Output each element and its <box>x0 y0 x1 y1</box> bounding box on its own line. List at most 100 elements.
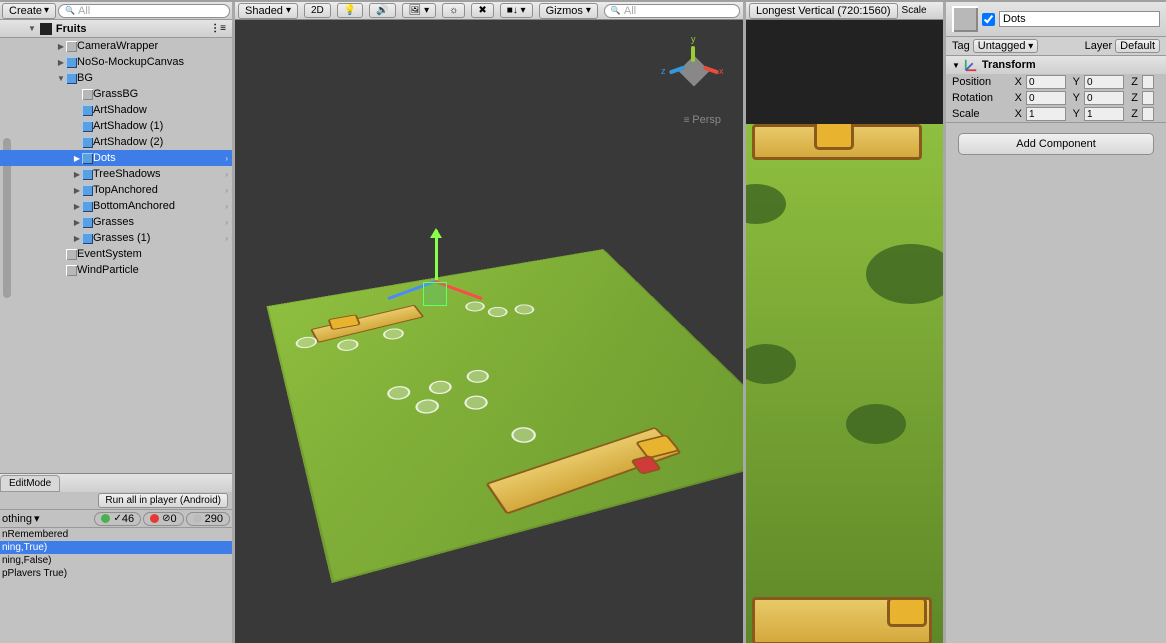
rotation-z[interactable] <box>1142 91 1154 105</box>
shading-mode[interactable]: Shaded ▾ <box>238 3 298 19</box>
dot <box>463 300 488 313</box>
hierarchy-item[interactable]: ▶ TopAnchored› <box>0 182 232 198</box>
hierarchy-item[interactable]: WindParticle <box>0 262 232 278</box>
hierarchy-item-label: Grasses (1) <box>93 232 150 244</box>
transform-header[interactable]: ▼ Transform <box>946 56 1166 74</box>
pass-pill[interactable]: ✓46 <box>94 512 141 526</box>
cube-icon <box>82 201 93 212</box>
fail-pill[interactable]: ⊘0 <box>143 512 184 526</box>
tools-icon[interactable]: ✖ <box>471 3 493 18</box>
position-label: Position <box>952 76 1008 88</box>
hierarchy-item-label: GrassBG <box>93 88 138 100</box>
layer-dropdown[interactable]: Default <box>1115 39 1160 53</box>
scale-label: Scale <box>902 5 927 16</box>
hierarchy-item-label: BottomAnchored <box>93 200 175 212</box>
tag-dropdown[interactable]: Untagged ▾ <box>973 39 1039 53</box>
hierarchy-item[interactable]: ▶ BottomAnchored› <box>0 198 232 214</box>
chest <box>814 124 854 150</box>
scale-label: Scale <box>952 108 1008 120</box>
hierarchy-item[interactable]: ▶ CameraWrapper <box>0 38 232 54</box>
hierarchy-item[interactable]: ▶ TreeShadows› <box>0 166 232 182</box>
add-component-button[interactable]: Add Component <box>958 133 1154 155</box>
hierarchy-item[interactable]: ArtShadow (2) <box>0 134 232 150</box>
active-checkbox[interactable] <box>982 13 995 26</box>
light-icon[interactable]: 💡 <box>337 3 363 18</box>
scale-y[interactable] <box>1084 107 1124 121</box>
game-viewport[interactable] <box>746 20 943 643</box>
hierarchy-item[interactable]: GrassBG <box>0 86 232 102</box>
hierarchy-item-label: ArtShadow (2) <box>93 136 163 148</box>
rotation-x[interactable] <box>1026 91 1066 105</box>
scene-toolbar: Shaded ▾ 2D 💡 🔊 🖼 ▾ ☼ ✖ ■↓ ▾ Gizmos ▾ Al… <box>235 2 743 20</box>
dot <box>385 384 413 402</box>
cube-icon <box>66 265 77 276</box>
hierarchy-item[interactable]: ▶ Grasses (1)› <box>0 230 232 246</box>
dot <box>508 425 540 445</box>
scene-search[interactable]: All <box>604 4 740 18</box>
test-row[interactable]: nRemembered <box>0 528 232 541</box>
tag-label: Tag <box>952 40 970 52</box>
scene-viewport[interactable]: y x z ≡ Persp <box>235 20 743 643</box>
tests-list[interactable]: nRememberedning,True)ning,False)pPlavers… <box>0 528 232 643</box>
position-y[interactable] <box>1084 75 1124 89</box>
board <box>310 305 424 343</box>
cube-icon <box>82 105 93 116</box>
scene-header[interactable]: ▼ Fruits ⋮≡ <box>0 20 232 38</box>
filter-nothing[interactable]: othing <box>2 513 32 525</box>
cube-icon <box>82 185 93 196</box>
hierarchy-item[interactable]: EventSystem <box>0 246 232 262</box>
sun-icon[interactable]: ☼ <box>442 3 465 18</box>
position-z[interactable] <box>1142 75 1154 89</box>
scale-x[interactable] <box>1026 107 1066 121</box>
hierarchy-item-label: TreeShadows <box>93 168 160 180</box>
test-row[interactable]: ning,True) <box>0 541 232 554</box>
skip-pill[interactable]: 290 <box>186 512 230 526</box>
2d-toggle[interactable]: 2D <box>304 3 331 18</box>
cube-icon <box>82 169 93 180</box>
rotation-y[interactable] <box>1084 91 1124 105</box>
hierarchy-item[interactable]: ▶ Grasses› <box>0 214 232 230</box>
test-row[interactable]: pPlavers True) <box>0 567 232 580</box>
hierarchy-item[interactable]: ▶ Dots› <box>0 150 232 166</box>
cube-icon <box>82 89 93 100</box>
cube-icon <box>82 217 93 228</box>
hierarchy-item-label: TopAnchored <box>93 184 158 196</box>
dot <box>426 379 454 396</box>
hierarchy-item[interactable]: ArtShadow <box>0 102 232 118</box>
rotation-label: Rotation <box>952 92 1008 104</box>
orientation-gizmo[interactable]: y x z <box>663 40 723 100</box>
hierarchy-item-label: Dots <box>93 152 116 164</box>
gameobject-icon[interactable] <box>952 6 978 32</box>
create-button[interactable]: Create ▾ <box>2 3 56 19</box>
aspect-dropdown[interactable]: Longest Vertical (720:1560) <box>749 3 898 19</box>
hierarchy-search[interactable]: All <box>58 4 230 18</box>
cube-icon <box>66 73 77 84</box>
hierarchy-item-label: WindParticle <box>77 264 139 276</box>
test-row[interactable]: ning,False) <box>0 554 232 567</box>
gizmos-button[interactable]: Gizmos ▾ <box>539 3 598 19</box>
hierarchy-item-label: ArtShadow (1) <box>93 120 163 132</box>
position-x[interactable] <box>1026 75 1066 89</box>
dot <box>335 338 360 353</box>
fx-icon[interactable]: 🖼 ▾ <box>402 3 437 18</box>
cube-icon <box>66 41 77 52</box>
dot <box>512 303 537 316</box>
hierarchy-item[interactable]: ▼ BG <box>0 70 232 86</box>
camera-icon[interactable]: ■↓ ▾ <box>500 3 533 18</box>
hierarchy-item-label: EventSystem <box>77 248 142 260</box>
dot <box>381 327 406 341</box>
run-all-button[interactable]: Run all in player (Android) <box>98 493 228 508</box>
cube-icon <box>82 233 93 244</box>
hierarchy-item-label: BG <box>77 72 93 84</box>
cube-icon <box>82 153 93 164</box>
hierarchy-item[interactable]: ▶ NoSo-MockupCanvas <box>0 54 232 70</box>
unity-icon <box>40 23 52 35</box>
hierarchy-tree[interactable]: ▶ CameraWrapper▶ NoSo-MockupCanvas▼ BG G… <box>0 38 232 473</box>
gameobject-name-field[interactable] <box>999 11 1160 27</box>
scale-z[interactable] <box>1142 107 1154 121</box>
cube-icon <box>66 57 77 68</box>
persp-label[interactable]: ≡ Persp <box>684 114 721 126</box>
editmode-tab[interactable]: EditMode <box>0 475 60 492</box>
hierarchy-item[interactable]: ArtShadow (1) <box>0 118 232 134</box>
audio-icon[interactable]: 🔊 <box>369 3 395 18</box>
